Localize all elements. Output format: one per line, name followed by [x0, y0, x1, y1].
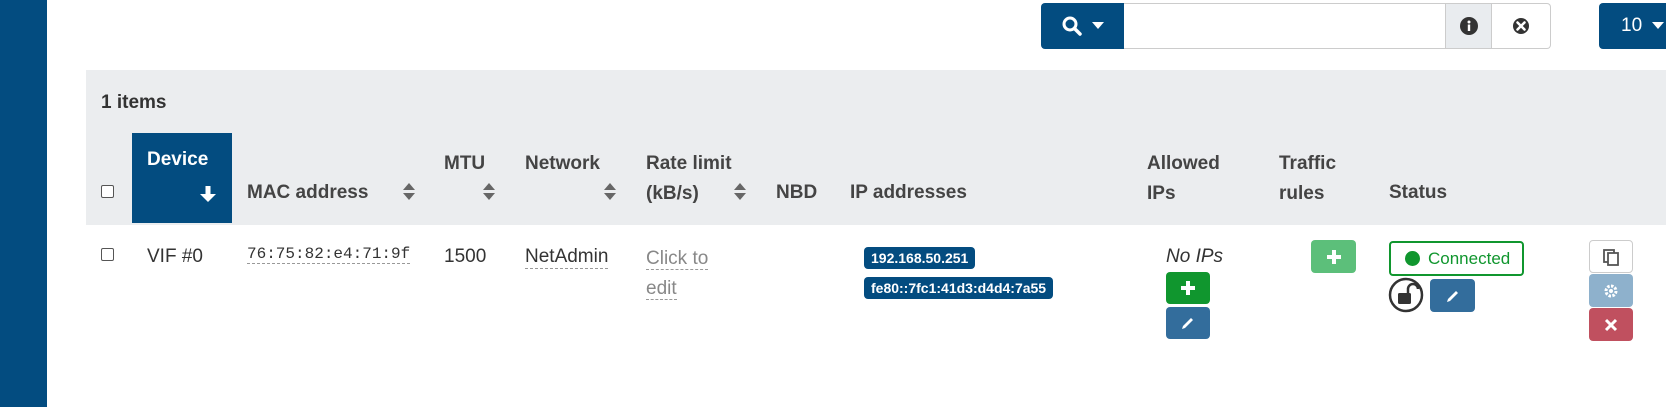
pencil-icon — [1446, 290, 1458, 302]
search-input[interactable] — [1124, 3, 1445, 49]
mac-address-cell[interactable]: 76:75:82:e4:71:9f — [247, 245, 411, 264]
traffic-rules-header-line2: rules — [1279, 183, 1325, 204]
mtu-cell: 1500 — [444, 246, 487, 267]
page-size-value: 10 — [1621, 15, 1643, 36]
status-label: Connected — [1428, 248, 1511, 268]
clear-search-button[interactable] — [1492, 3, 1551, 49]
plus-icon — [1181, 281, 1195, 295]
rate-limit-header-line2: (kB/s) — [646, 183, 699, 204]
add-traffic-rule-button[interactable] — [1311, 240, 1356, 273]
network-cell[interactable]: NetAdmin — [525, 246, 609, 269]
sort-icon[interactable] — [734, 182, 746, 202]
sort-icon[interactable] — [483, 182, 495, 202]
close-icon — [1604, 318, 1618, 331]
column-header-mac[interactable]: MAC address — [247, 178, 368, 208]
column-header-device[interactable]: Device — [132, 133, 232, 223]
clear-icon — [1513, 18, 1529, 34]
pencil-icon — [1182, 318, 1193, 329]
column-header-nbd[interactable]: NBD — [776, 178, 817, 208]
status-dot-icon — [1405, 251, 1420, 266]
copy-button[interactable] — [1589, 240, 1633, 273]
allowed-ips-header-line2: IPs — [1147, 183, 1176, 204]
traffic-rules-header-line1: Traffic — [1279, 153, 1337, 174]
sort-icon[interactable] — [403, 182, 415, 202]
ip-address-badge: 192.168.50.251 — [864, 247, 976, 269]
search-info-button[interactable] — [1445, 3, 1492, 49]
column-header-ip-addresses[interactable]: IP addresses — [850, 178, 967, 208]
sort-icon[interactable] — [604, 182, 616, 202]
sidebar — [0, 0, 47, 407]
copy-icon — [1603, 248, 1619, 266]
caret-down-icon — [1091, 22, 1104, 29]
edit-status-button[interactable] — [1430, 279, 1475, 312]
rate-limit-cell[interactable]: Click to edit — [646, 244, 709, 304]
allowed-ips-header-line1: Allowed — [1147, 153, 1220, 174]
unlock-icon[interactable] — [1388, 277, 1424, 313]
rate-limit-edit-line1: Click to — [646, 248, 709, 270]
ip-address-badge: fe80::7fc1:41d3:d4d4:7a55 — [864, 277, 1054, 299]
arrow-down-icon — [200, 186, 216, 202]
column-header-traffic-rules[interactable]: Traffic rules — [1279, 149, 1336, 209]
plus-icon — [1326, 249, 1341, 264]
column-header-mtu[interactable]: MTU — [444, 149, 485, 179]
rate-limit-header-line1: Rate limit — [646, 153, 732, 174]
column-header-status[interactable]: Status — [1389, 178, 1447, 208]
page-size-dropdown[interactable]: 10 — [1599, 3, 1666, 49]
delete-button[interactable] — [1589, 308, 1633, 341]
settings-button[interactable] — [1589, 274, 1633, 307]
column-header-network[interactable]: Network — [525, 149, 600, 179]
device-cell: VIF #0 — [147, 246, 203, 267]
status-badge: Connected — [1389, 241, 1524, 276]
search-options-button[interactable] — [1041, 3, 1124, 49]
column-header-rate-limit[interactable]: Rate limit (kB/s) — [646, 149, 732, 209]
rate-limit-edit-line2: edit — [646, 278, 677, 300]
device-header-label: Device — [147, 149, 209, 170]
allowed-ips-cell: No IPs — [1166, 246, 1224, 267]
caret-down-icon — [1652, 22, 1665, 29]
info-icon — [1459, 17, 1478, 35]
search-icon — [1062, 16, 1082, 36]
row-select-checkbox[interactable] — [101, 248, 114, 261]
add-allowed-ip-button[interactable] — [1166, 272, 1210, 304]
select-all-checkbox[interactable] — [101, 185, 114, 198]
items-count: 1 items — [101, 92, 167, 113]
column-header-allowed-ips[interactable]: Allowed IPs — [1147, 149, 1220, 209]
gear-icon — [1604, 284, 1618, 297]
edit-allowed-ips-button[interactable] — [1166, 307, 1210, 339]
